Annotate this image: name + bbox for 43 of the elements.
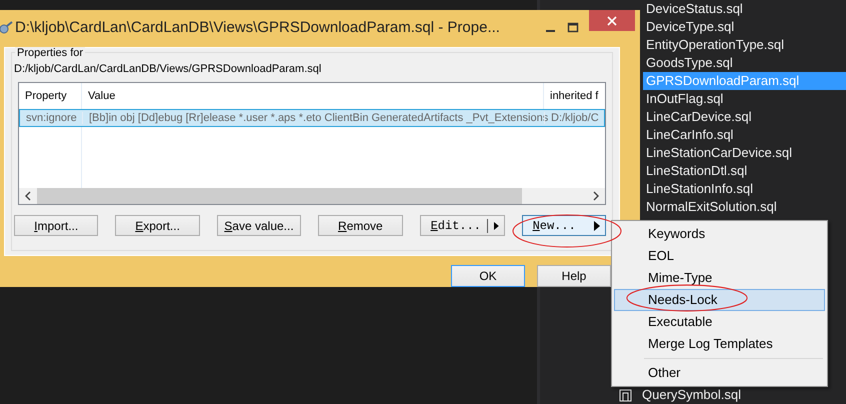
menu-item[interactable]: Other	[614, 362, 825, 384]
dialog-button[interactable]: Save value...	[216, 215, 302, 236]
group-label: Properties for	[15, 47, 86, 59]
scrollbar-thumb[interactable]	[37, 188, 522, 204]
close-icon[interactable]	[607, 16, 617, 26]
file-item[interactable]: LineCarInfo.sql	[643, 126, 846, 144]
menu-item[interactable]: EOL	[614, 245, 825, 267]
menu-item[interactable]: Keywords	[614, 223, 825, 245]
properties-icon	[0, 20, 14, 36]
file-item[interactable]: LineStationDtl.sql	[643, 162, 846, 180]
file-item[interactable]: LineStationCarDevice.sql	[643, 144, 846, 162]
table-row[interactable]: svn:ignore [Bb]in obj [Dd]ebug [Rr]elease *.user *.aps *.eto ClientBin GeneratedArtifacts _Pvt_Extensions D:/kljob/C	[19, 109, 605, 127]
dialog-button[interactable]: OK	[451, 265, 525, 287]
horizontal-scrollbar[interactable]	[19, 188, 605, 204]
dialog-button[interactable]: Edit...	[420, 215, 505, 236]
file-path: D:/kljob/CardLan/CardLanDB/Views/GPRSDownloadParam.sql	[14, 63, 322, 75]
file-item[interactable]: DeviceStatus.sql	[643, 0, 846, 18]
file-icon	[619, 388, 633, 402]
file-item[interactable]: LineCarDevice.sql	[643, 108, 846, 126]
maximize-icon[interactable]	[567, 22, 579, 34]
file-item[interactable]: GoodsType.sql	[643, 54, 846, 72]
dialog-button[interactable]: Remove	[318, 215, 403, 236]
menu-item[interactable]: Needs-Lock	[614, 289, 825, 311]
scroll-right-icon[interactable]	[592, 191, 600, 201]
table-cell-text: svn:ignore	[25, 112, 78, 124]
dialog-button[interactable]: Help	[537, 265, 611, 287]
close-button[interactable]	[589, 10, 635, 31]
scroll-left-icon[interactable]	[24, 191, 32, 201]
column-header[interactable]: Property	[19, 83, 81, 109]
file-item[interactable]: LineStationInfo.sql	[643, 180, 846, 198]
file-item[interactable]: NormalExitSolution.sql	[643, 198, 846, 216]
window-title: D:\kljob\CardLan\CardLanDB\Views\GPRSDownloadParam.sql - Prope...	[15, 19, 500, 36]
caret-icon[interactable]	[494, 220, 499, 230]
file-item[interactable]: QuerySymbol.sql	[639, 386, 741, 404]
caret-icon[interactable]	[594, 220, 600, 230]
menu-item[interactable]: Merge Log Templates	[614, 333, 825, 355]
file-item[interactable]: DeviceType.sql	[643, 18, 846, 36]
dialog-button[interactable]: New...	[522, 215, 606, 236]
menu-item[interactable]: Executable	[614, 311, 825, 333]
file-item[interactable]: EntityOperationType.sql	[643, 36, 846, 54]
dialog-button[interactable]: Export...	[115, 215, 200, 236]
dialog-button[interactable]: Import...	[14, 215, 98, 236]
file-item[interactable]: InOutFlag.sql	[643, 90, 846, 108]
